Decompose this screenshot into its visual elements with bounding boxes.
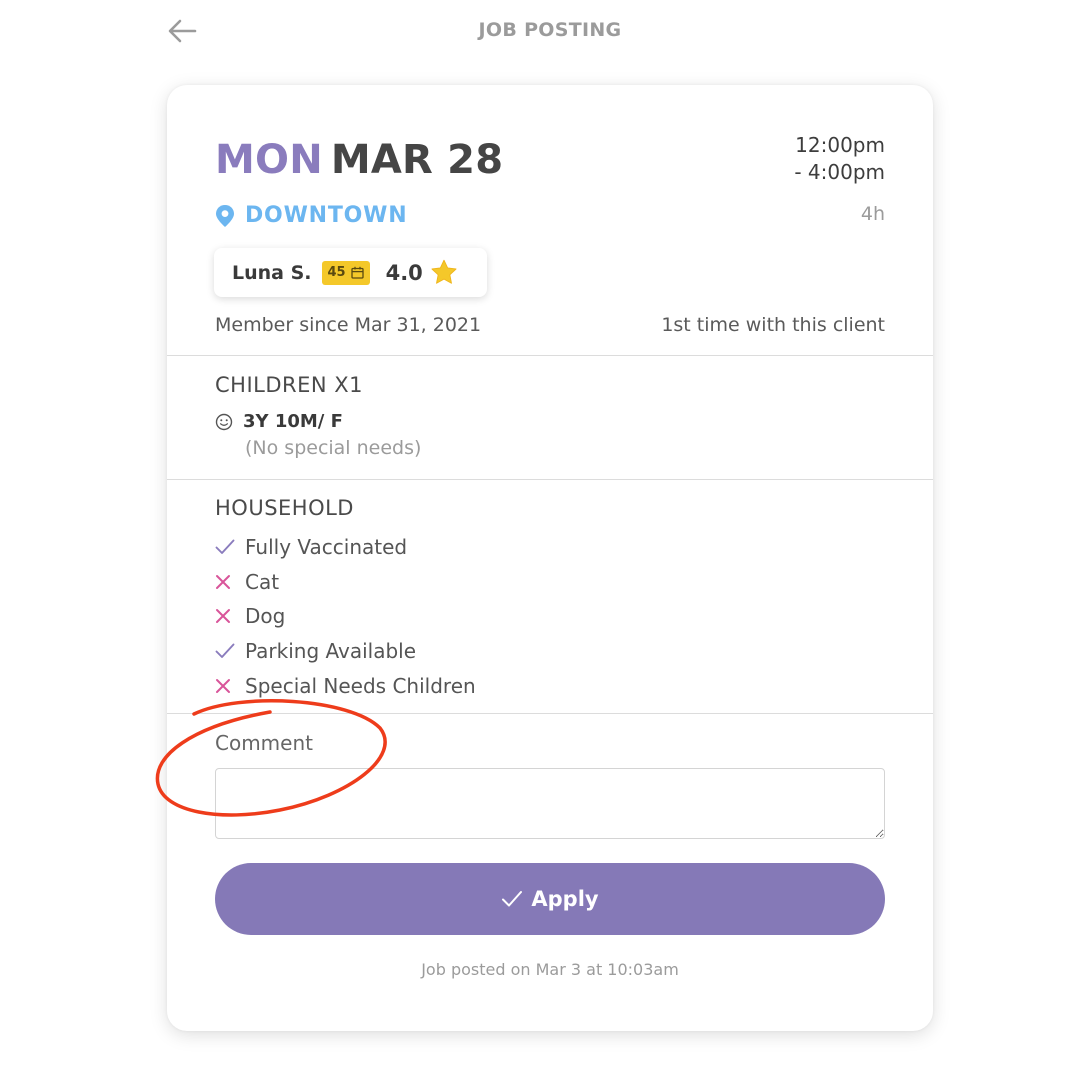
check-icon xyxy=(215,539,235,555)
household-item-cat: Cat xyxy=(215,565,476,600)
household-item-label: Dog xyxy=(245,604,286,629)
sitter-rating: 4.0 xyxy=(385,260,423,285)
divider xyxy=(167,355,933,356)
divider xyxy=(167,479,933,480)
household-item-dog: Dog xyxy=(215,599,476,634)
jobs-count: 45 xyxy=(327,265,346,280)
job-time-end: - 4:00pm xyxy=(794,160,885,184)
job-location: DOWNTOWN xyxy=(215,203,407,228)
check-icon xyxy=(502,891,523,907)
household-item-label: Fully Vaccinated xyxy=(245,535,408,560)
divider xyxy=(167,713,933,714)
member-since: Member since Mar 31, 2021 xyxy=(215,314,482,336)
client-relationship: 1st time with this client xyxy=(661,314,885,336)
children-title: CHILDREN X1 xyxy=(215,373,364,397)
apply-button[interactable]: Apply xyxy=(215,863,885,935)
job-location-label: DOWNTOWN xyxy=(245,203,408,228)
check-icon xyxy=(215,643,235,659)
child-special-needs-note: (No special needs) xyxy=(245,437,422,459)
cross-icon xyxy=(216,678,230,693)
calendar-icon xyxy=(350,266,364,279)
map-pin-icon xyxy=(216,204,234,227)
child-item: 3Y 10M/ F xyxy=(215,411,343,432)
household-item-label: Parking Available xyxy=(245,639,417,664)
household-item-fully-vaccinated: Fully Vaccinated xyxy=(215,530,476,565)
smiley-icon xyxy=(215,413,233,430)
comment-input[interactable] xyxy=(215,768,885,839)
child-description: 3Y 10M/ F xyxy=(243,411,343,432)
household-title: HOUSEHOLD xyxy=(215,496,354,520)
job-date-text: MAR 28 xyxy=(330,137,504,183)
household-item-parking-available: Parking Available xyxy=(215,634,476,669)
sitter-name: Luna S. xyxy=(232,261,312,284)
apply-button-label: Apply xyxy=(531,887,599,911)
cross-icon xyxy=(216,609,230,624)
job-day: MON xyxy=(215,137,323,183)
job-time-range: 12:00pm - 4:00pm xyxy=(794,132,885,186)
household-item-special-needs-children: Special Needs Children xyxy=(215,668,476,703)
job-date: MON MAR 28 xyxy=(215,137,503,183)
household-item-label: Special Needs Children xyxy=(245,673,476,698)
comment-label: Comment xyxy=(215,731,313,755)
star-icon xyxy=(431,259,457,284)
jobs-count-badge: 45 xyxy=(321,260,370,285)
job-card: MON MAR 28 12:00pm - 4:00pm DOWNTOWN 4h L… xyxy=(167,85,933,1031)
household-item-label: Cat xyxy=(245,569,280,594)
page-title: JOB POSTING xyxy=(478,19,622,41)
household-list: Fully Vaccinated Cat Dog Parking Availab… xyxy=(215,530,476,703)
sitter-chip[interactable]: Luna S. 45 4.0 xyxy=(214,248,487,297)
top-bar: JOB POSTING xyxy=(0,0,1080,62)
cross-icon xyxy=(216,574,230,589)
job-posted-timestamp: Job posted on Mar 3 at 10:03am xyxy=(421,960,679,979)
job-duration: 4h xyxy=(860,203,885,225)
job-time-start: 12:00pm xyxy=(795,133,885,157)
